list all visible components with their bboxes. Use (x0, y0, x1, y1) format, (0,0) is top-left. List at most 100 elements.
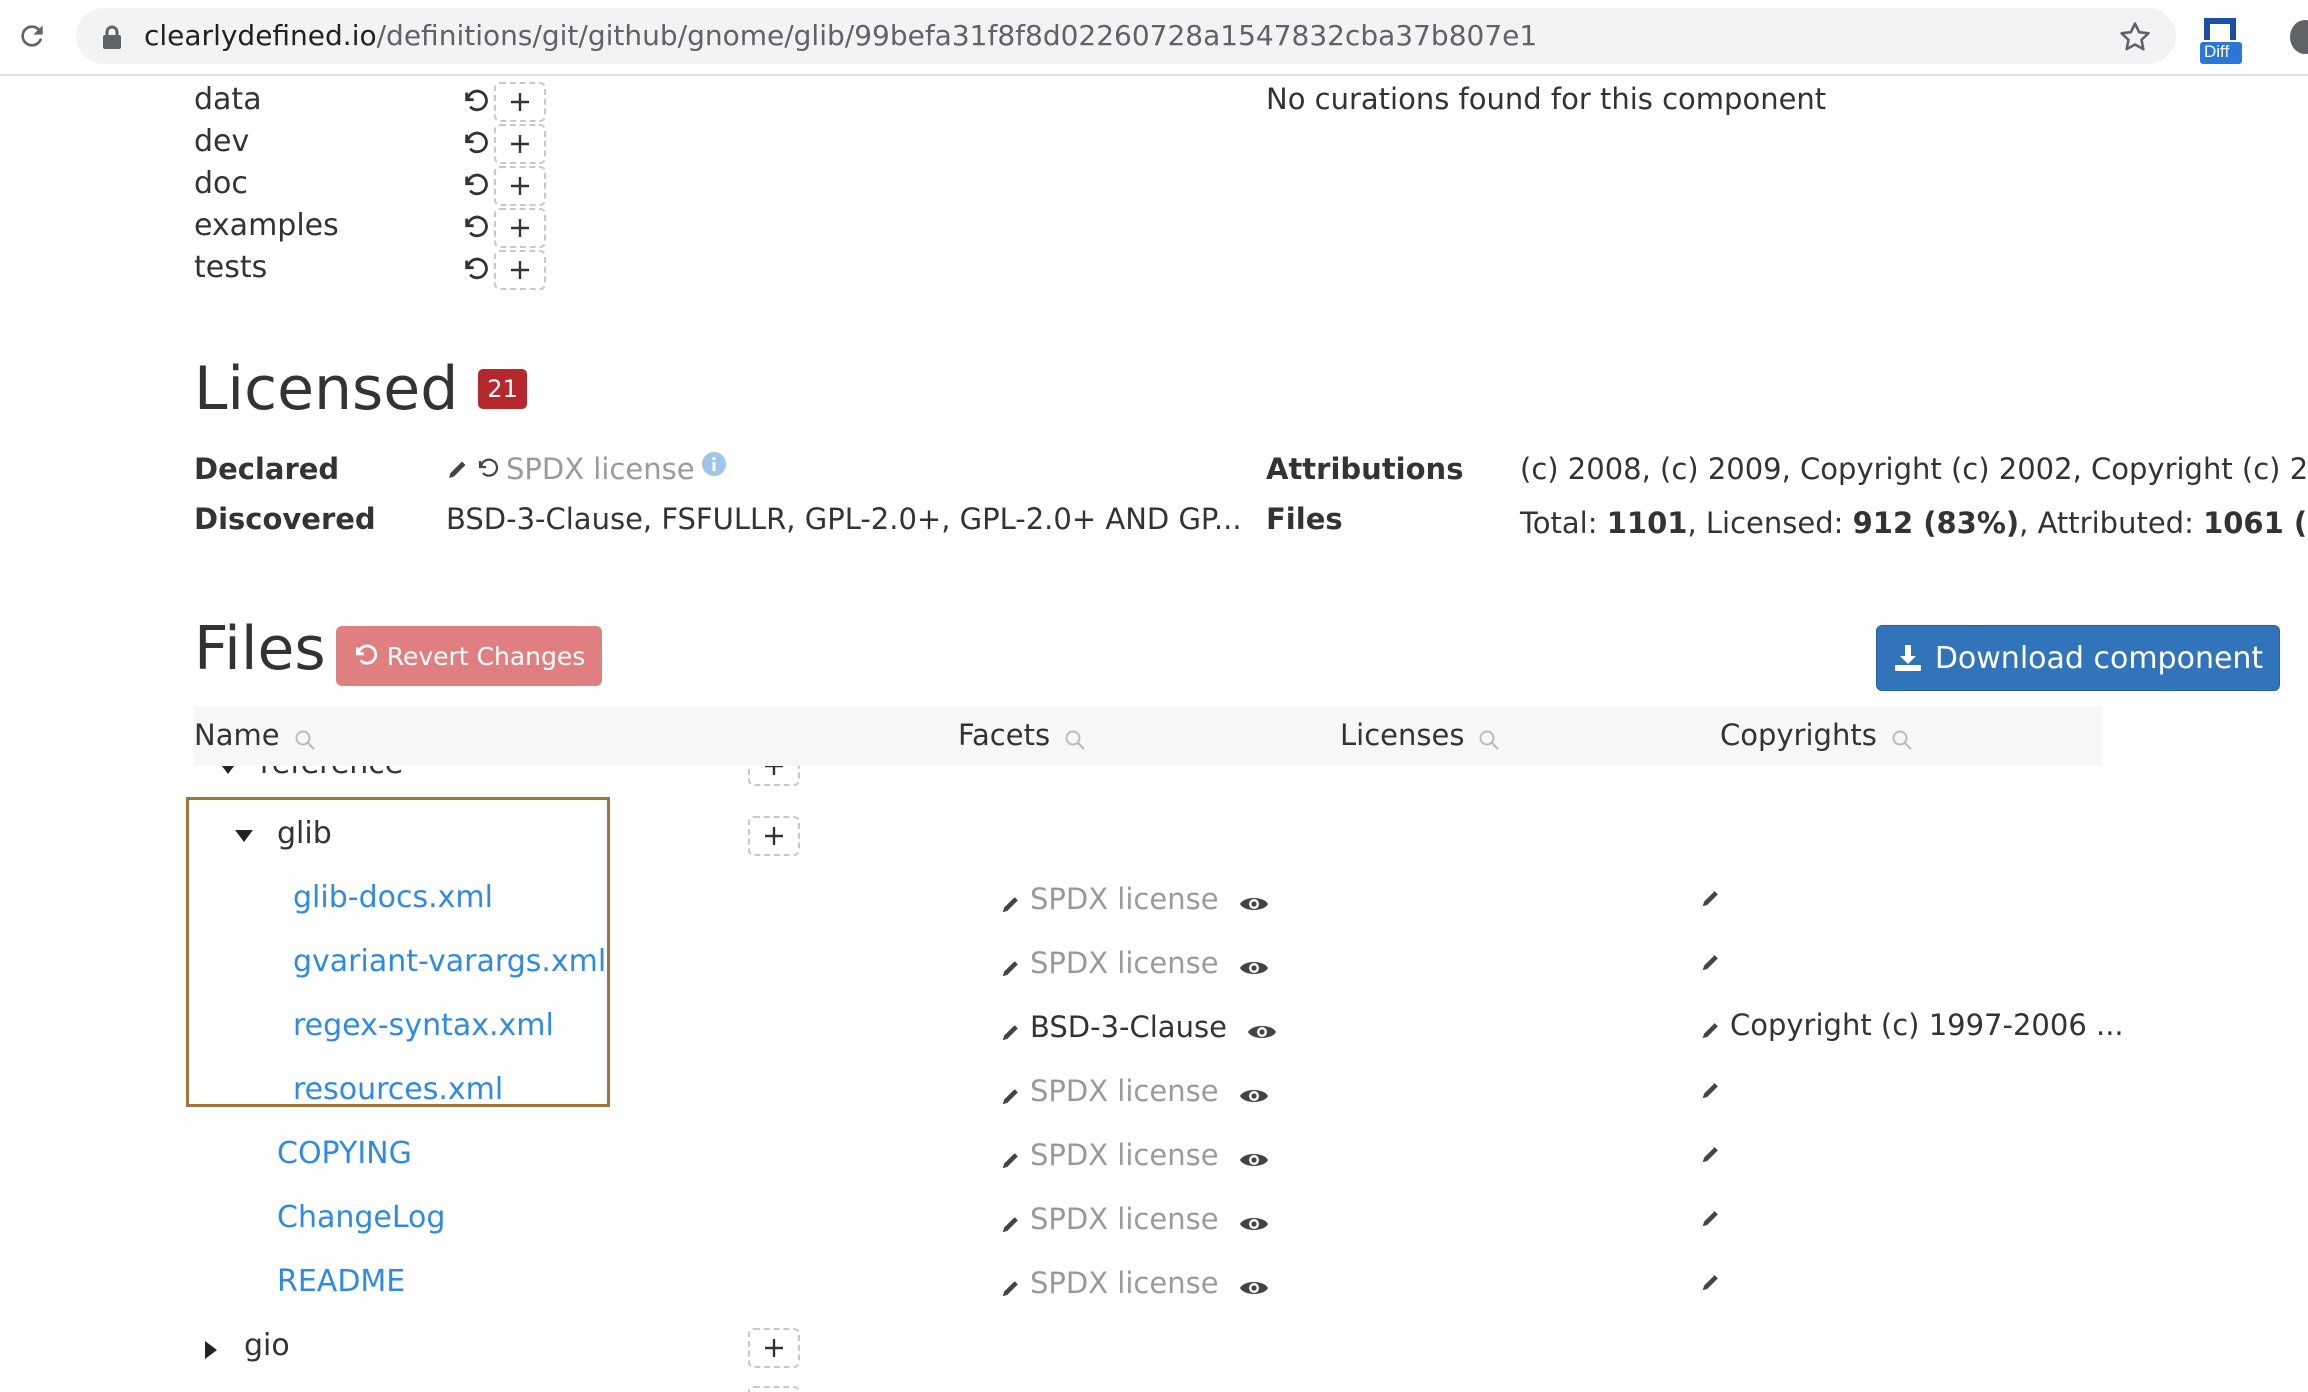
edit-pencil-icon[interactable] (1700, 1074, 1722, 1099)
revert-icon[interactable] (476, 457, 500, 481)
edit-pencil-icon[interactable] (1700, 1266, 1722, 1291)
licensed-score-badge: 21 (478, 369, 527, 409)
search-icon[interactable] (1891, 724, 1913, 750)
files-attributed-value: 1061 (96%) (2203, 506, 2308, 540)
add-curation-button[interactable] (494, 82, 546, 122)
tree-folder-row-reference[interactable]: reference (0, 766, 2308, 790)
folder-label: tests (194, 250, 268, 285)
copyright-cell[interactable]: Copyright (c) 1997-2006 ... (1700, 1008, 2124, 1042)
folder-list: data dev doc examples tests (194, 80, 594, 300)
edit-pencil-icon[interactable] (1000, 1272, 1022, 1297)
add-file-button[interactable] (748, 1386, 800, 1392)
tree-folder-row-gio[interactable]: gio (0, 1320, 2308, 1380)
file-row: README SPDX license (0, 1256, 2308, 1316)
copyright-cell[interactable] (1700, 882, 1730, 907)
add-curation-button[interactable] (494, 208, 546, 248)
file-row: ChangeLog SPDX license (0, 1192, 2308, 1252)
download-component-button[interactable]: Download component (1876, 625, 2280, 691)
edit-pencil-icon[interactable] (1000, 1208, 1022, 1233)
add-curation-button[interactable] (494, 166, 546, 206)
license-cell[interactable]: BSD-3-Clause (1000, 1010, 1277, 1044)
caret-down-icon[interactable] (218, 766, 238, 779)
edit-pencil-icon[interactable] (1700, 946, 1722, 971)
eye-icon[interactable] (1239, 1080, 1269, 1102)
diff-extension-icon[interactable]: Diff (2200, 16, 2242, 66)
file-row: COPYING SPDX license (0, 1128, 2308, 1188)
edit-pencil-icon[interactable] (1000, 888, 1022, 913)
add-file-button[interactable] (748, 816, 800, 856)
files-table-header: Name Facets Licenses Copyrights (194, 706, 2102, 766)
file-link[interactable]: ChangeLog (277, 1200, 445, 1235)
license-cell[interactable]: SPDX license (1000, 1138, 1269, 1172)
discovered-label: Discovered (194, 502, 376, 536)
add-file-button[interactable] (748, 766, 800, 786)
copyright-cell[interactable] (1700, 1266, 1730, 1291)
download-icon (1893, 643, 1923, 673)
column-header-licenses[interactable]: Licenses (1340, 718, 1500, 752)
edit-pencil-icon[interactable] (1700, 1014, 1722, 1039)
license-value: SPDX license (1030, 882, 1219, 916)
file-link[interactable]: COPYING (277, 1136, 412, 1171)
bookmark-star-icon[interactable] (2118, 20, 2152, 54)
search-icon[interactable] (1478, 724, 1500, 750)
search-icon[interactable] (294, 724, 316, 750)
license-value: SPDX license (1030, 1074, 1219, 1108)
edit-pencil-icon[interactable] (1000, 952, 1022, 977)
license-cell[interactable]: SPDX license (1000, 1074, 1269, 1108)
file-link[interactable]: README (277, 1264, 405, 1299)
license-cell[interactable]: SPDX license (1000, 1266, 1269, 1300)
license-value: BSD-3-Clause (1030, 1010, 1227, 1044)
revert-icon[interactable] (462, 256, 490, 284)
copyright-value: Copyright (c) 1997-2006 ... (1730, 1008, 2124, 1042)
edit-pencil-icon[interactable] (1700, 1202, 1722, 1227)
add-file-button[interactable] (748, 1328, 800, 1368)
eye-icon[interactable] (1239, 1272, 1269, 1294)
folder-row-tests: tests (194, 248, 594, 292)
revert-icon[interactable] (462, 88, 490, 116)
column-header-facets[interactable]: Facets (958, 718, 1086, 752)
files-heading: Files (194, 614, 326, 684)
add-curation-button[interactable] (494, 250, 546, 290)
search-icon[interactable] (1064, 724, 1086, 750)
eye-icon[interactable] (1239, 1208, 1269, 1230)
reload-icon[interactable] (12, 12, 52, 60)
column-header-name[interactable]: Name (194, 718, 316, 752)
copyright-cell[interactable] (1700, 1138, 1730, 1163)
revert-icon[interactable] (462, 130, 490, 158)
copyright-cell[interactable] (1700, 1074, 1730, 1099)
declared-license-placeholder[interactable]: SPDX license (506, 452, 695, 486)
edit-pencil-icon[interactable] (1000, 1080, 1022, 1105)
revert-changes-button[interactable]: Revert Changes (336, 626, 602, 686)
files-summary: Total: 1101, Licensed: 912 (83%), Attrib… (1520, 506, 2308, 540)
folder-label: data (194, 82, 262, 117)
caret-right-icon[interactable] (204, 1340, 218, 1364)
eye-icon[interactable] (1239, 888, 1269, 910)
edit-pencil-icon[interactable] (1700, 882, 1722, 907)
add-curation-button[interactable] (494, 124, 546, 164)
license-cell[interactable]: SPDX license (1000, 882, 1269, 916)
edit-pencil-icon[interactable] (1700, 1138, 1722, 1163)
revert-changes-label: Revert Changes (386, 641, 586, 671)
eye-icon[interactable] (1239, 952, 1269, 974)
license-cell[interactable]: SPDX license (1000, 946, 1269, 980)
edit-pencil-icon[interactable] (446, 457, 470, 481)
revert-icon[interactable] (462, 214, 490, 242)
revert-icon[interactable] (462, 172, 490, 200)
copyright-cell[interactable] (1700, 1202, 1730, 1227)
copyright-cell[interactable] (1700, 946, 1730, 971)
revert-icon (353, 643, 379, 669)
profile-avatar[interactable] (2290, 20, 2308, 54)
files-label: Files (1266, 502, 1343, 536)
info-icon[interactable] (701, 451, 727, 477)
column-header-copyrights[interactable]: Copyrights (1720, 718, 1913, 752)
eye-icon[interactable] (1239, 1144, 1269, 1166)
address-bar[interactable]: clearlydefined.io/definitions/git/github… (76, 8, 2176, 64)
edit-pencil-icon[interactable] (1000, 1144, 1022, 1169)
license-cell[interactable]: SPDX license (1000, 1202, 1269, 1236)
attributions-label: Attributions (1266, 452, 1464, 486)
folder-label: doc (194, 166, 248, 201)
files-licensed-label: , Licensed: (1687, 506, 1853, 540)
declared-value: SPDX license (446, 452, 727, 486)
eye-icon[interactable] (1247, 1016, 1277, 1038)
edit-pencil-icon[interactable] (1000, 1016, 1022, 1041)
